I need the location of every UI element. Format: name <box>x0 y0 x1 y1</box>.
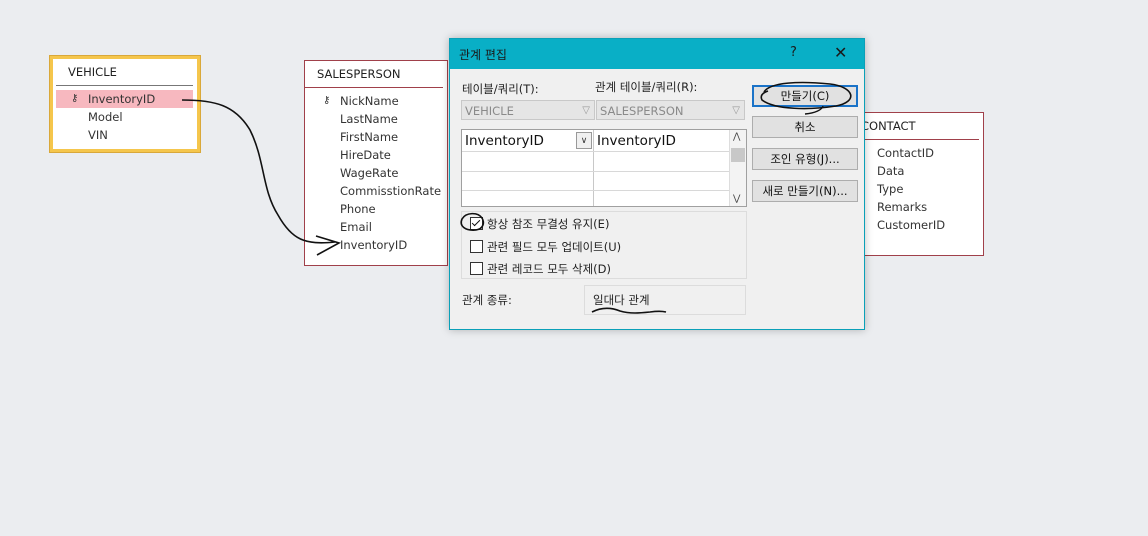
checkbox-circle-stroke <box>460 212 485 231</box>
annotation-strokes <box>181 81 852 314</box>
underline-stroke <box>591 307 667 314</box>
create-button-circle-stroke <box>760 81 852 110</box>
arrowhead-stroke <box>315 235 342 256</box>
relationship-arrow-stroke <box>181 99 336 244</box>
